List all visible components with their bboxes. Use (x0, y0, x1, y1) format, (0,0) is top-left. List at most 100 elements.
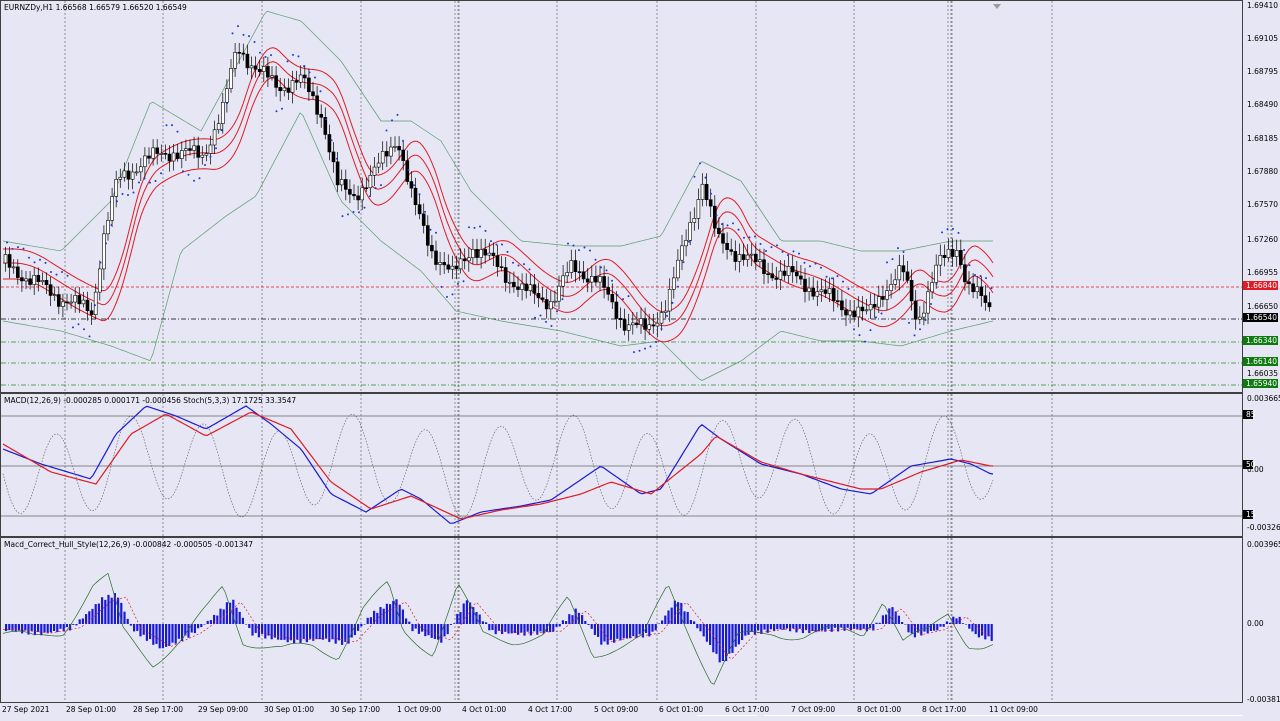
candle-body (889, 284, 893, 291)
psar-dot (11, 247, 14, 250)
candle-body (270, 75, 274, 78)
psar-dot (930, 303, 932, 306)
candle-body (339, 179, 344, 186)
histogram-bar (747, 624, 750, 635)
histogram-bar (488, 624, 491, 631)
histogram-bar (171, 624, 174, 643)
candle-body (438, 262, 442, 265)
psar-dot (572, 244, 575, 247)
histogram-bar (209, 620, 212, 624)
psar-dot (985, 277, 987, 280)
histogram-bar (552, 624, 555, 632)
psar-dot (39, 258, 41, 261)
histogram-bar (318, 624, 321, 640)
shift-marker-icon[interactable] (993, 4, 1001, 9)
histogram-bar (238, 611, 241, 624)
candle-body (110, 196, 114, 221)
candle-body (872, 304, 877, 308)
candle-body (721, 233, 725, 244)
histogram-bar (942, 624, 945, 627)
histogram-bar (456, 613, 459, 624)
candle-body (356, 195, 360, 201)
time-label: 5 Oct 09:00 (594, 705, 639, 714)
hull-macd-pane[interactable]: Macd_Correct_Hull_Style(12,26,9) -0.0008… (0, 537, 1243, 703)
psar-dot (396, 113, 399, 116)
histogram-bar (859, 624, 862, 631)
candle-body (778, 270, 783, 280)
candle-body (212, 129, 217, 146)
stoch-level-tag: 50 (1243, 460, 1256, 469)
psar-dot (495, 243, 498, 246)
time-label: 4 Oct 01:00 (462, 705, 507, 714)
candle-body (811, 287, 816, 297)
psar-dot (385, 129, 388, 132)
histogram-bar (609, 624, 612, 640)
scroll-marker-left[interactable] (697, 715, 757, 721)
candle-body (89, 310, 94, 315)
candle-body (331, 151, 336, 163)
psar-dot (759, 243, 762, 246)
histogram-bar (638, 624, 641, 635)
histogram-bar (251, 624, 254, 636)
hull-macd-canvas[interactable] (1, 538, 1243, 703)
histogram-bar (968, 624, 971, 629)
histogram-bar (529, 624, 532, 636)
histogram-bar (990, 624, 993, 641)
psar-dot (787, 253, 789, 256)
histogram-bar (789, 624, 792, 632)
psar-dot (77, 323, 80, 326)
psar-dot (72, 326, 74, 329)
psar-dot (220, 129, 223, 132)
time-label: 1 Oct 09:00 (397, 705, 442, 714)
time-label: 6 Oct 17:00 (725, 705, 770, 714)
histogram-bar (779, 624, 782, 630)
psar-dot (110, 223, 113, 226)
psar-dot (688, 240, 690, 243)
histogram-bar (965, 624, 968, 625)
histogram-bar (56, 624, 59, 633)
candle-body (409, 181, 414, 189)
scroll-marker-right[interactable] (764, 715, 1242, 721)
histogram-bar (536, 624, 539, 635)
candle-body (926, 291, 930, 314)
psar-dot (369, 195, 371, 198)
psar-dot (869, 329, 872, 332)
candle-body (848, 310, 852, 316)
macd-stoch-pane[interactable]: MACD(12,26,9) -0.000285 0.000171 -0.0004… (0, 393, 1243, 537)
price-chart-canvas[interactable] (1, 1, 1243, 393)
candle-body (790, 266, 795, 273)
psar-dot (176, 130, 179, 133)
psar-dot (352, 211, 355, 214)
histogram-bar (126, 618, 129, 624)
hull-axis[interactable]: 0.0039650.00-0.003816 (1243, 537, 1280, 704)
histogram-bar (664, 615, 667, 624)
macd-axis[interactable]: 0.0036650.00-0.003268855015 (1243, 393, 1280, 537)
price-chart-pane[interactable]: EURNZDy,H1 1.66568 1.66579 1.66520 1.665… (0, 0, 1243, 393)
psar-dot (660, 327, 663, 330)
candle-body (253, 65, 258, 70)
histogram-bar (446, 624, 449, 635)
histogram-bar (254, 624, 257, 633)
histogram-bar (606, 624, 609, 645)
candle-body (950, 248, 955, 257)
ma-upper-line (3, 47, 994, 313)
macd-stoch-canvas[interactable] (1, 394, 1243, 537)
candle-body (241, 52, 246, 55)
candle-body (348, 189, 352, 195)
psar-dot (886, 261, 888, 264)
price-axis[interactable]: 1.69410 1.69105 1.68795 1.68490 1.68185 1.678… (1243, 0, 1280, 393)
histogram-bar (453, 623, 456, 624)
histogram-bar (689, 620, 692, 624)
macd-tick-label: 0.003665 (1247, 394, 1280, 403)
psar-dot (374, 187, 377, 190)
psar-dot (50, 271, 52, 274)
candle-body (958, 250, 963, 265)
histogram-bar (88, 611, 91, 624)
candle-body (192, 145, 196, 151)
candle-body (762, 259, 766, 275)
candle-body (421, 213, 426, 226)
histogram-bar (168, 624, 171, 647)
psar-dot (259, 51, 261, 54)
candle-body (36, 275, 41, 283)
psar-dot (363, 206, 366, 209)
